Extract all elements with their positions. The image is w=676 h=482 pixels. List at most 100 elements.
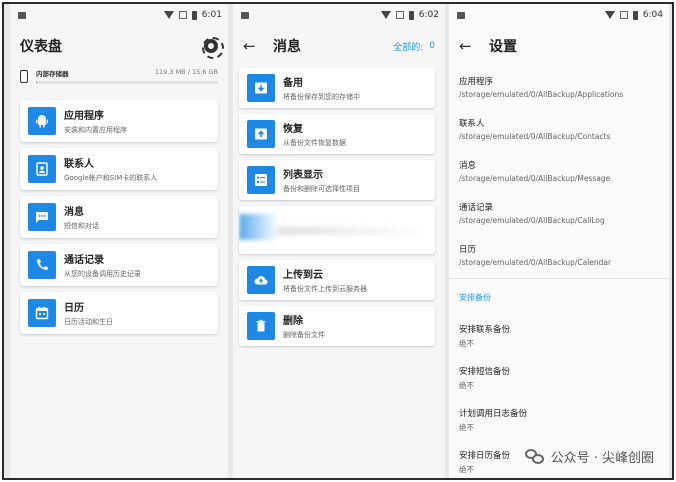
backup-path-row[interactable]: 通话记录/storage/emulated/0/AllBackup/CallLo… — [459, 192, 659, 234]
path-label: 消息 — [459, 161, 477, 171]
no-signal-icon — [178, 11, 187, 19]
card-title: 上传到云 — [283, 270, 323, 281]
list-icon — [247, 166, 275, 194]
card-title: 日历 — [64, 303, 84, 314]
card-title: 消息 — [64, 207, 84, 218]
card-phone[interactable]: 通话记录从您的设备调用历史记录 — [20, 244, 218, 286]
back-arrow-icon[interactable]: ← — [459, 37, 489, 55]
card-android[interactable]: 应用程序 安装和内置应用程序 — [20, 100, 218, 142]
select-all-toggle[interactable]: 全部的: — [393, 40, 423, 53]
card-message[interactable]: 消息 短信和对话 — [20, 196, 218, 238]
card-subtitle: 从备份文件恢复数据 — [283, 139, 346, 147]
category-list: 应用程序 安装和内置应用程序联系人 Google帐户和SIM卡的联系人 消息短信和对话… — [10, 100, 228, 334]
card-subtitle: 删除备份文件 — [283, 331, 325, 339]
backup-path-row[interactable]: 应用程序/storage/emulated/0/AllBackup/Applic… — [459, 66, 659, 108]
no-signal-icon — [619, 11, 628, 19]
backup-path-row[interactable]: 联系人/storage/emulated/0/AllBackup/Contact… — [459, 108, 659, 150]
storage-indicator: 内部存储器 119.3 MB / 15.6 GB — [10, 66, 228, 96]
schedule-row[interactable]: 计划调用日志备份 绝不 — [449, 399, 669, 441]
path-label: 联系人 — [459, 119, 485, 129]
card-restore[interactable]: 恢复从备份文件恢复数据 — [239, 114, 435, 154]
wifi-icon — [380, 11, 391, 19]
message-icon — [28, 203, 56, 231]
wifi-icon — [604, 11, 615, 19]
card-title: 应用程序 — [64, 111, 104, 122]
app-bar: ← 设置 — [449, 26, 669, 66]
restore-icon — [247, 120, 275, 148]
backup-icon — [247, 74, 275, 102]
schedule-row[interactable]: 安排短信备份 绝不 — [449, 357, 669, 399]
delete-icon — [247, 312, 275, 340]
path-label: 应用程序 — [459, 77, 494, 87]
status-bar: 6:04 — [449, 4, 669, 26]
battery-icon — [408, 10, 414, 20]
schedule-section-header: 安排备份 — [459, 292, 491, 302]
card-subtitle: 将备份保存到您的存储中 — [283, 93, 360, 101]
storage-bar — [36, 81, 218, 84]
backup-path-row[interactable]: 消息/storage/emulated/0/AllBackup/Message — [459, 150, 659, 192]
card-subtitle: 短信和对话 — [64, 222, 99, 230]
path-value: /storage/emulated/0/AllBackup/Contacts — [459, 132, 611, 141]
card-title: 列表显示 — [283, 170, 323, 181]
settings-gear-icon[interactable] — [202, 37, 224, 59]
path-label: 日历 — [459, 245, 477, 255]
status-time: 6:01 — [201, 10, 222, 20]
messages-screen: 6:02 ← 消息 全部的: 0 备用 将备份保存到您的存储中恢复从备份文件恢复数… — [233, 4, 445, 478]
card-subtitle: 将备份文件上传到云服务器 — [283, 285, 367, 293]
status-bar: 6:01 — [10, 4, 228, 26]
schedule-label: 安排联系备份 — [459, 325, 511, 335]
card-contacts[interactable]: 联系人 Google帐户和SIM卡的联系人 — [20, 148, 218, 190]
settings-screen: 6:04 ← 设置 应用程序/storage/emulated/0/AllBac… — [449, 4, 669, 478]
no-signal-icon — [395, 11, 404, 19]
page-title: 消息 — [273, 39, 301, 55]
backup-path-row[interactable]: 日历/storage/emulated/0/AllBackup/Calendar — [459, 234, 659, 276]
wifi-icon — [163, 11, 174, 19]
path-value: /storage/emulated/0/AllBackup/Message — [459, 174, 611, 183]
card-subtitle: 从您的设备调用历史记录 — [64, 270, 141, 278]
blurred-region — [239, 214, 279, 240]
storage-label: 内部存储器 — [36, 70, 69, 78]
phone-storage-icon — [20, 70, 28, 83]
card-cloud-upload[interactable]: 上传到云将备份文件上传到云服务器 — [239, 260, 435, 300]
path-value: /storage/emulated/0/AllBackup/CallLog — [459, 216, 605, 225]
storage-size: 119.3 MB / 15.6 GB — [154, 68, 218, 76]
storage-bar-fill — [36, 81, 38, 84]
app-bar: 仪表盘 — [10, 26, 228, 66]
action-list: 备用 将备份保存到您的存储中 恢复 从备份文件恢复数据 列表显示 备份和删除可选择性项目上… — [233, 68, 445, 346]
card-title: 联系人 — [64, 159, 94, 170]
schedule-value: 绝不 — [459, 423, 474, 432]
cloud-upload-icon — [247, 266, 275, 294]
card-list[interactable]: 列表显示备份和删除可选择性项目 — [239, 160, 435, 200]
android-icon — [28, 107, 56, 135]
page-title: 设置 — [489, 39, 517, 55]
status-time: 6:02 — [418, 10, 439, 20]
card-subtitle: Google帐户和SIM卡的联系人 — [64, 174, 158, 182]
card-title: 删除 — [283, 316, 303, 327]
calendar-icon — [28, 299, 56, 327]
screenshot-frame: 6:01 仪表盘 内部存储器 119.3 MB / 15.6 GB 应用程序 安装… — [2, 2, 674, 480]
app-bar: ← 消息 全部的: 0 — [233, 26, 445, 66]
schedule-value: 绝不 — [459, 381, 474, 390]
path-label: 通话记录 — [459, 203, 494, 213]
card-title: 通话记录 — [64, 255, 104, 266]
card-backup[interactable]: 备用 将备份保存到您的存储中 — [239, 68, 435, 108]
page-title: 仪表盘 — [20, 39, 62, 55]
sim-icon — [18, 11, 26, 19]
blurred-region — [277, 228, 427, 234]
battery-icon — [632, 10, 638, 20]
schedule-row[interactable]: 安排联系备份 绝不 — [449, 315, 669, 357]
status-bar: 6:02 — [233, 4, 445, 26]
card-delete[interactable]: 删除 删除备份文件 — [239, 306, 435, 346]
card-calendar[interactable]: 日历 日历活动和生日 — [20, 292, 218, 334]
phone-icon — [28, 251, 56, 279]
schedule-value: 绝不 — [459, 339, 474, 348]
back-arrow-icon[interactable]: ← — [243, 37, 273, 55]
dashboard-screen: 6:01 仪表盘 内部存储器 119.3 MB / 15.6 GB 应用程序 安装… — [10, 4, 228, 478]
card-title: 恢复 — [283, 124, 303, 135]
sim-icon — [241, 11, 249, 19]
contacts-icon — [28, 155, 56, 183]
card-subtitle: 备份和删除可选择性项目 — [283, 185, 360, 193]
wechat-icon — [524, 448, 545, 465]
sim-icon — [457, 11, 465, 19]
select-count: 0 — [429, 41, 435, 51]
